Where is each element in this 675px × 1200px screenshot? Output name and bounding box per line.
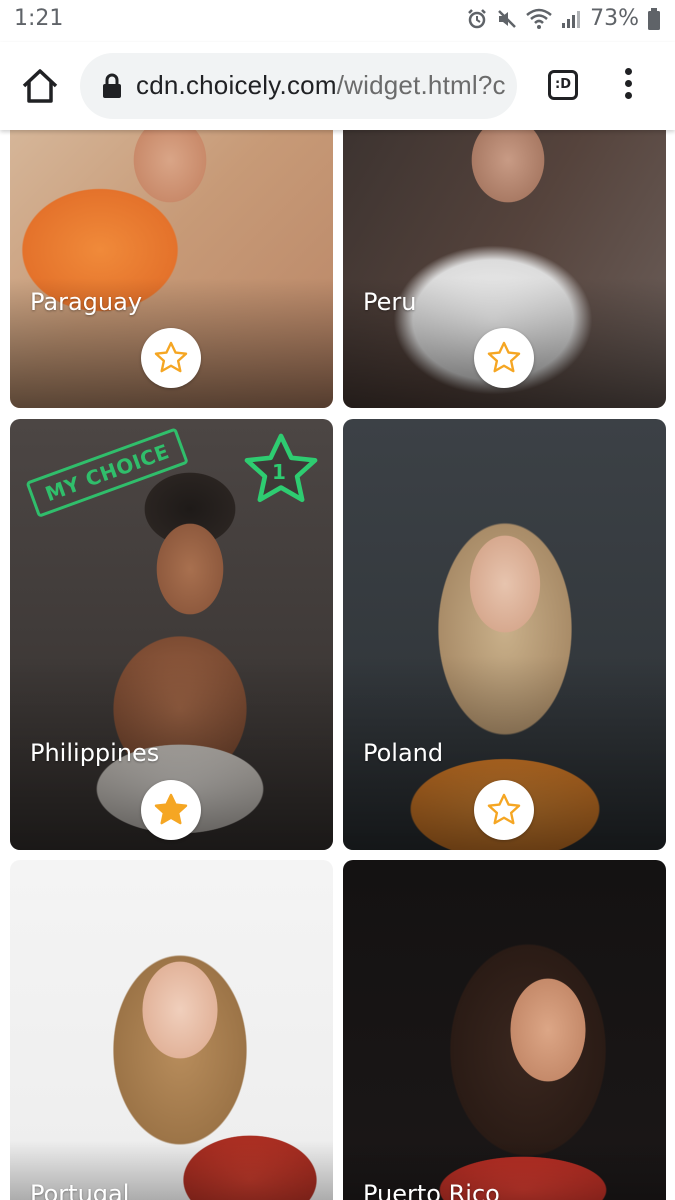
- overflow-menu-icon[interactable]: [620, 68, 636, 104]
- contestant-card-poland[interactable]: Poland: [343, 419, 666, 850]
- url-path: /widget.html?c: [336, 70, 506, 100]
- contestant-card-peru[interactable]: Peru: [343, 130, 666, 408]
- star-outline-icon: [487, 341, 521, 373]
- favorite-star-button[interactable]: [141, 780, 201, 840]
- contestant-name: Puerto Rico: [363, 1180, 500, 1200]
- star-filled-icon: [154, 793, 188, 825]
- browser-toolbar: cdn.choicely.com/widget.html?c :D: [0, 42, 675, 130]
- wifi-icon: [526, 8, 552, 29]
- status-bar: 1:21 73%: [0, 0, 675, 42]
- signal-icon: [562, 10, 581, 28]
- favorite-star-button[interactable]: [474, 328, 534, 388]
- battery-icon: [648, 7, 660, 30]
- contestant-name: Portugal: [30, 1180, 130, 1200]
- url-host: cdn.choicely.com: [136, 70, 337, 100]
- battery-percent: 73%: [590, 6, 639, 31]
- star-outline-icon: [487, 793, 521, 825]
- favorite-star-button[interactable]: [141, 328, 201, 388]
- contestant-card-paraguay[interactable]: Paraguay: [10, 130, 333, 408]
- favorite-star-button[interactable]: [474, 780, 534, 840]
- rank-number: 1: [272, 460, 286, 484]
- url-text: cdn.choicely.com/widget.html?c: [136, 70, 506, 101]
- contestant-name: Peru: [363, 288, 417, 316]
- home-icon[interactable]: [18, 64, 62, 108]
- tab-switcher-button[interactable]: :D: [548, 70, 578, 100]
- star-outline-icon: [154, 341, 188, 373]
- contestant-name: Paraguay: [30, 288, 143, 316]
- mute-icon: [498, 9, 516, 28]
- contestant-name: Poland: [363, 739, 444, 767]
- address-bar[interactable]: cdn.choicely.com/widget.html?c: [80, 53, 517, 119]
- status-icons: 73%: [466, 6, 661, 31]
- contestant-card-portugal[interactable]: Portugal: [10, 860, 333, 1200]
- status-time: 1:21: [14, 6, 64, 31]
- lock-icon: [103, 73, 121, 98]
- contestant-name: Philippines: [30, 739, 160, 767]
- contestant-grid: Paraguay Peru MY CHOICE 1 Philippines Po…: [0, 130, 675, 1200]
- contestant-card-puerto-rico[interactable]: Puerto Rico: [343, 860, 666, 1200]
- contestant-card-philippines[interactable]: MY CHOICE 1 Philippines: [10, 419, 333, 850]
- alarm-icon: [468, 8, 486, 28]
